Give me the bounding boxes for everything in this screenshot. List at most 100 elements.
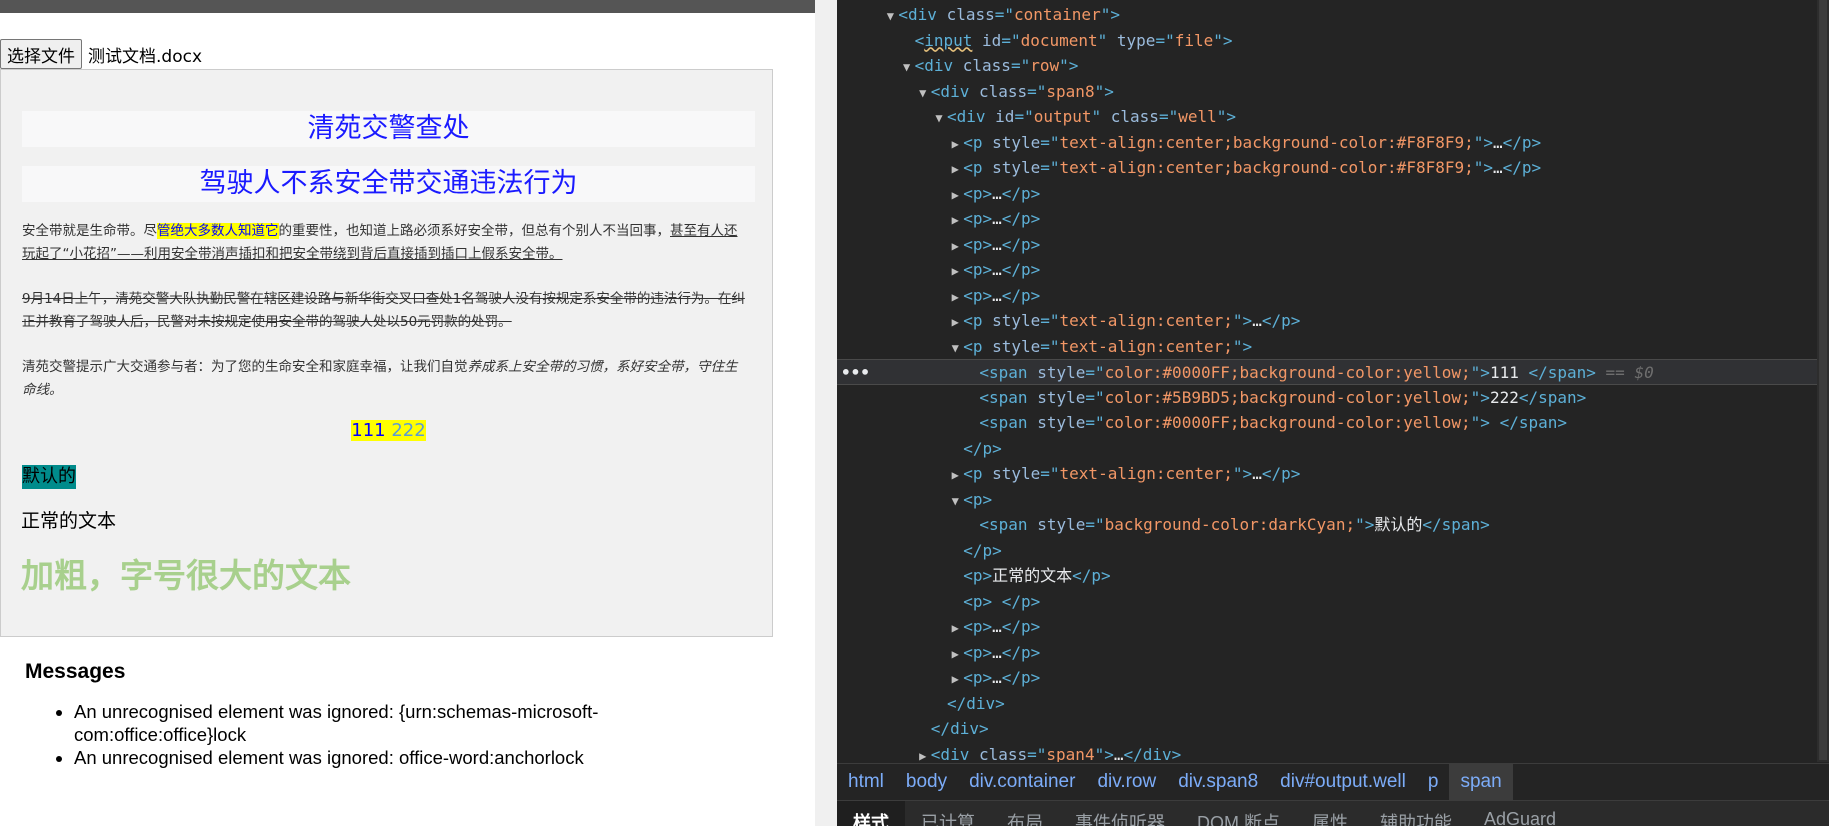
- expand-right-icon[interactable]: ▶: [947, 616, 963, 642]
- tab-5[interactable]: 属性: [1296, 801, 1364, 826]
- dom-token: <span: [979, 363, 1038, 382]
- breadcrumb-html[interactable]: html: [837, 771, 895, 793]
- dom-token: =": [1040, 311, 1060, 330]
- dom-token: <p>: [963, 642, 993, 662]
- styles-pane-tabs: 样式 已计算 布局 事件侦听器 DOM 断点 属性 辅助功能 AdGuard: [837, 800, 1829, 826]
- dom-node-line[interactable]: ▶ <p>…</p>: [837, 232, 1829, 258]
- dom-node-line[interactable]: ▶ <p>…</p>: [837, 665, 1829, 691]
- dom-node-line[interactable]: <span style="color:#5B9BD5;background-co…: [837, 385, 1829, 411]
- dom-token: <div: [930, 744, 979, 763]
- dom-node-line[interactable]: <span style="color:#0000FF;background-co…: [837, 359, 1829, 385]
- tab-3[interactable]: 事件侦听器: [1059, 801, 1181, 826]
- expand-right-icon[interactable]: ▶: [947, 208, 963, 234]
- breadcrumb-div-output-well[interactable]: div#output.well: [1269, 771, 1417, 793]
- dom-node-line[interactable]: </p>: [837, 538, 1829, 564]
- breadcrumb-div-span8[interactable]: div.span8: [1167, 771, 1269, 793]
- dom-node-line[interactable]: </div>: [837, 691, 1829, 717]
- dom-node-line[interactable]: ▼ <div class="container">: [837, 2, 1829, 28]
- breadcrumb-body[interactable]: body: [895, 771, 958, 793]
- dom-token: 222: [1489, 387, 1519, 407]
- dom-token: ">: [1059, 56, 1079, 75]
- dom-token: </p>: [1001, 591, 1041, 611]
- paragraph-1: 安全带就是生命带。尽管绝大多数人知道它的重要性，也知道上路必须系好安全带，但总有…: [22, 220, 750, 266]
- more-options-icon[interactable]: •••: [841, 360, 870, 386]
- dom-node-line[interactable]: <p>正常的文本</p>: [837, 563, 1829, 589]
- message-item: An unrecognised element was ignored: {ur…: [74, 700, 714, 746]
- dom-node-line[interactable]: ▶ <p style="text-align:center;">…</p>: [837, 461, 1829, 487]
- expand-right-icon[interactable]: ▶: [947, 642, 963, 668]
- devtools-panel: ▼ <div class="container"> <input id="docu…: [837, 0, 1829, 826]
- expand-right-icon[interactable]: ▶: [915, 744, 931, 763]
- expand-right-icon[interactable]: ▶: [947, 157, 963, 183]
- expand-down-icon[interactable]: ▼: [947, 336, 963, 362]
- dom-node-line[interactable]: ▼ <div class="row">: [837, 53, 1829, 79]
- dom-node-line[interactable]: ▶ <p style="text-align:center;background-…: [837, 155, 1829, 181]
- dom-node-line[interactable]: ▶ <p>…</p>: [837, 257, 1829, 283]
- tab-6[interactable]: 辅助功能: [1364, 801, 1468, 826]
- doc-title-1: 清苑交警查处: [22, 111, 755, 147]
- expand-right-icon[interactable]: ▶: [947, 310, 963, 336]
- expand-down-icon[interactable]: ▼: [931, 106, 947, 132]
- dom-node-line[interactable]: </div>: [837, 716, 1829, 742]
- dom-token: == $0: [1595, 363, 1654, 382]
- dom-token: ">: [1473, 158, 1494, 177]
- dom-node-line[interactable]: ▼ <div id="output" class="well">: [837, 104, 1829, 130]
- expand-down-icon[interactable]: ▼: [947, 489, 963, 515]
- dom-node-line[interactable]: </p>: [837, 436, 1829, 462]
- breadcrumb-div-row[interactable]: div.row: [1086, 771, 1167, 793]
- span-222: 222: [391, 420, 426, 441]
- dom-node-line[interactable]: <input id="document" type="file">: [837, 28, 1829, 54]
- dom-node-line[interactable]: ▶ <div class="span4">…</div>: [837, 742, 1829, 763]
- expand-right-icon[interactable]: ▶: [947, 259, 963, 285]
- dom-node-line[interactable]: ▶ <p>…</p>: [837, 283, 1829, 309]
- dom-node-line[interactable]: <p> </p>: [837, 589, 1829, 615]
- dom-token: id: [995, 107, 1015, 126]
- dom-token: style: [992, 132, 1041, 152]
- tab-1[interactable]: 已计算: [905, 801, 991, 826]
- expand-right-icon[interactable]: ▶: [947, 285, 963, 311]
- breadcrumb-span[interactable]: span: [1449, 764, 1513, 800]
- expand-down-icon[interactable]: ▼: [899, 55, 915, 81]
- expand-right-icon[interactable]: ▶: [947, 463, 963, 489]
- dom-node-line[interactable]: ▼ <p>: [837, 487, 1829, 513]
- dom-token: class: [946, 5, 995, 24]
- scroll-thumb[interactable]: [1819, 0, 1827, 760]
- dom-token: text-align:center;background-color:#F8F8…: [1059, 158, 1474, 177]
- expand-right-icon[interactable]: ▶: [947, 132, 963, 158]
- choose-file-button[interactable]: 选择文件: [0, 39, 82, 69]
- dom-node-line[interactable]: ▶ <p>…</p>: [837, 206, 1829, 232]
- expand-down-icon[interactable]: ▼: [882, 4, 898, 30]
- dom-node-line[interactable]: ▶ <p>…</p>: [837, 614, 1829, 640]
- dom-node-line[interactable]: ▼ <div class="span8">: [837, 79, 1829, 105]
- tab-4[interactable]: DOM 断点: [1181, 801, 1296, 826]
- expand-right-icon[interactable]: ▶: [947, 183, 963, 209]
- doc-title-2: 驾驶人不系安全带交通违法行为: [22, 166, 755, 202]
- expand-down-icon[interactable]: ▼: [915, 81, 931, 107]
- tab-0[interactable]: 样式: [837, 801, 905, 826]
- tab-7[interactable]: AdGuard: [1468, 801, 1572, 826]
- dom-token: ">: [1470, 363, 1490, 382]
- selected-file-name: 测试文档.docx: [88, 46, 203, 67]
- elements-tree[interactable]: ▼ <div class="container"> <input id="docu…: [837, 0, 1829, 762]
- elements-scrollbar[interactable]: [1817, 0, 1829, 762]
- dom-token: id: [982, 30, 1002, 50]
- dom-token: ">: [1100, 5, 1120, 24]
- breadcrumb-p[interactable]: p: [1417, 771, 1450, 793]
- dom-node-line[interactable]: ▶ <p style="text-align:center;background-…: [837, 130, 1829, 156]
- dom-node-line[interactable]: <span style="color:#0000FF;background-co…: [837, 410, 1829, 436]
- expand-right-icon[interactable]: ▶: [947, 667, 963, 693]
- expand-right-icon[interactable]: ▶: [947, 234, 963, 260]
- para-1-text-c: 的重要性，也知道上路必须系好安全带，但总有个别人不当回事，: [278, 223, 671, 239]
- dom-node-line[interactable]: ▼ <p style="text-align:center;">: [837, 334, 1829, 360]
- dom-token: =": [1001, 30, 1021, 50]
- panel-divider[interactable]: [815, 0, 837, 826]
- dom-token: =": [1040, 158, 1060, 177]
- tab-2[interactable]: 布局: [991, 801, 1059, 826]
- dom-token: </div>: [1123, 744, 1182, 763]
- dom-node-line[interactable]: ▶ <p>…</p>: [837, 640, 1829, 666]
- dom-node-line[interactable]: ▶ <p style="text-align:center;">…</p>: [837, 308, 1829, 334]
- dom-node-line[interactable]: <span style="background-color:darkCyan;"…: [837, 512, 1829, 538]
- dom-node-line[interactable]: ▶ <p>…</p>: [837, 181, 1829, 207]
- breadcrumb-div-container[interactable]: div.container: [958, 771, 1086, 793]
- span-111: 111: [351, 420, 392, 441]
